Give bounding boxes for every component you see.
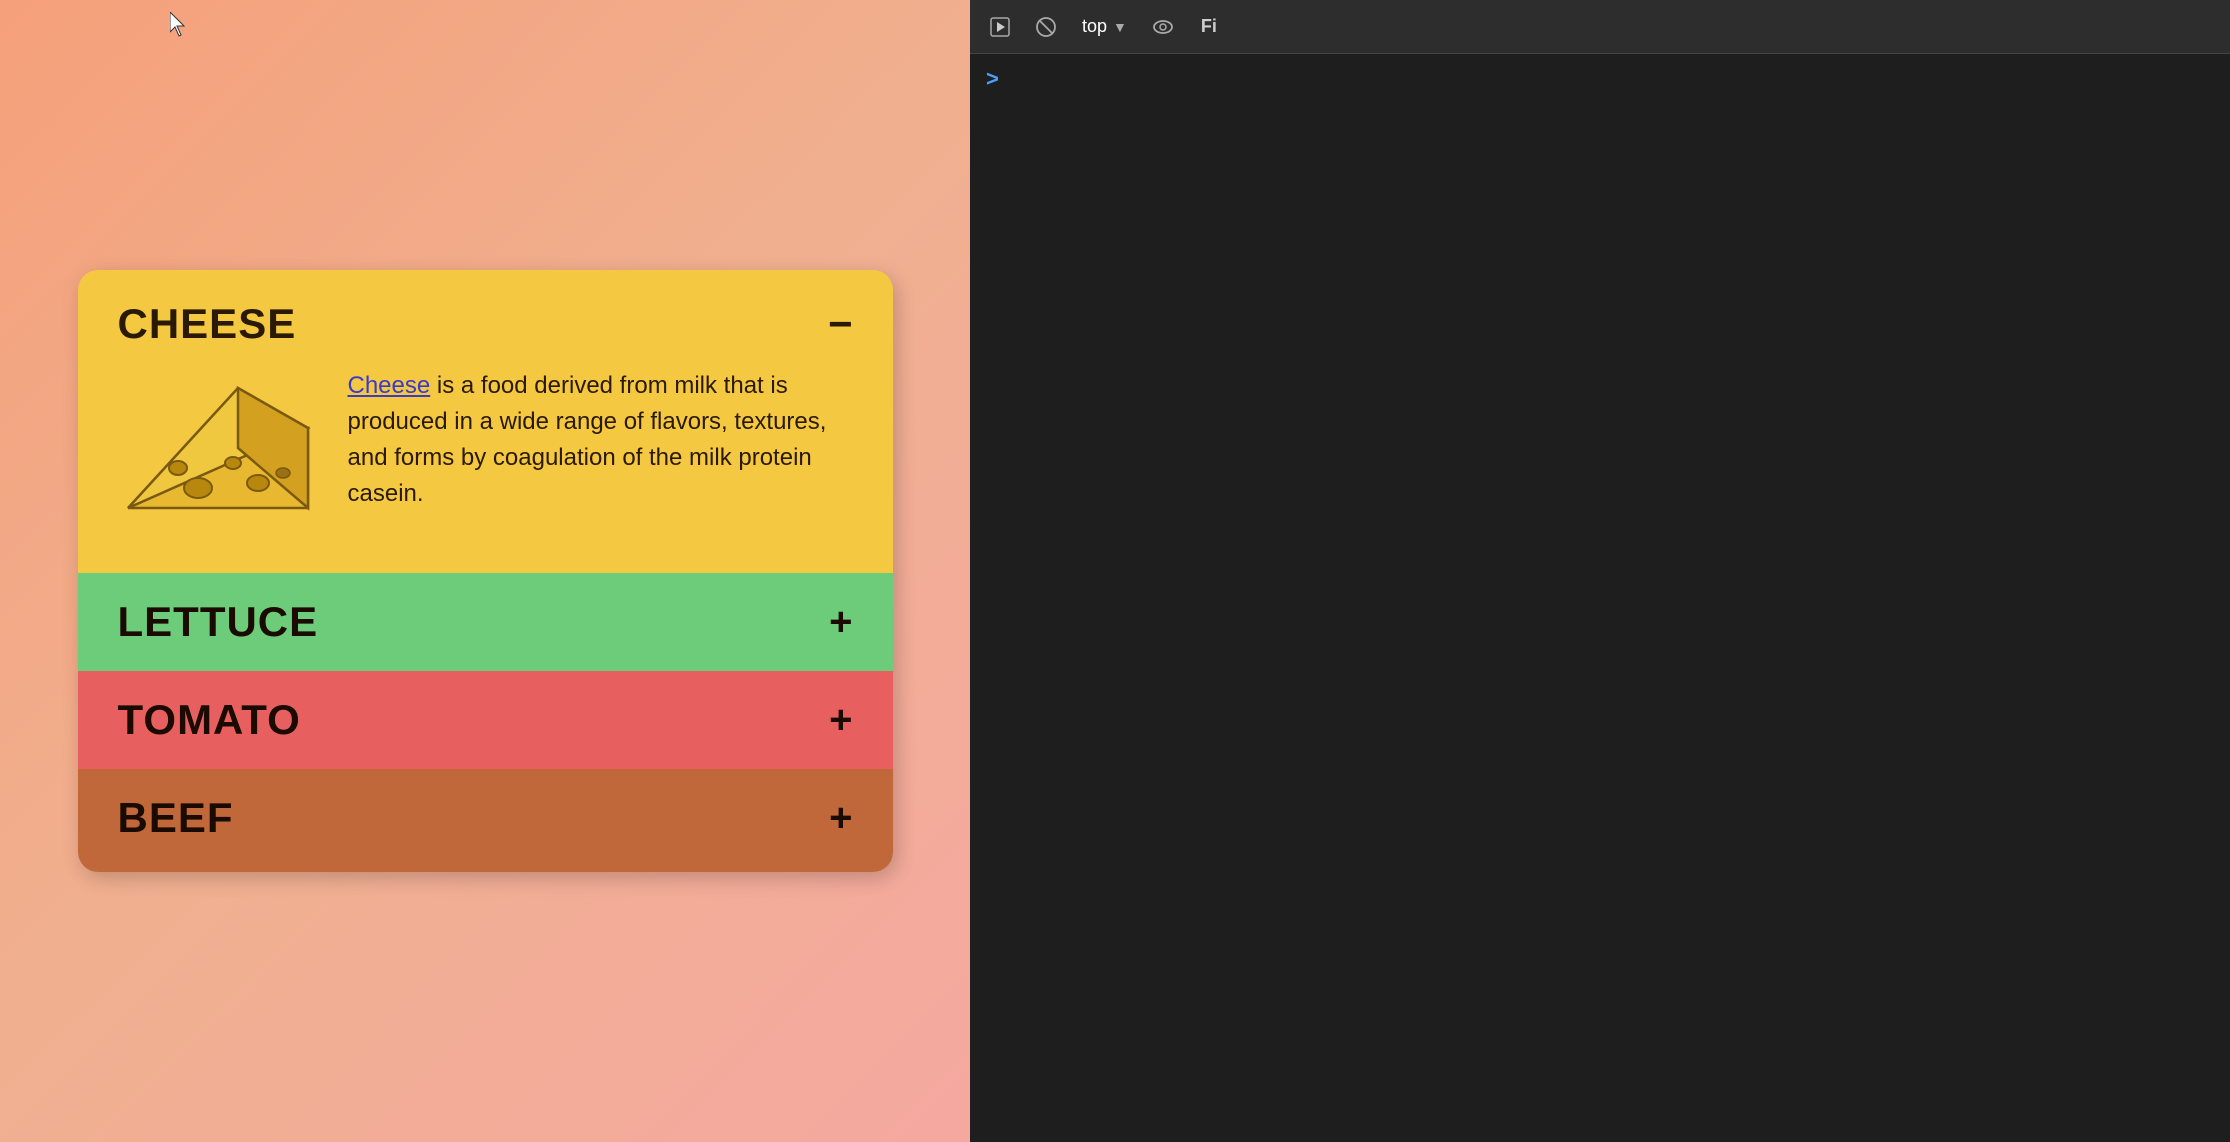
- cheese-image: [118, 368, 318, 533]
- cheese-title: CHEESE: [118, 300, 297, 348]
- cheese-description: Cheese is a food derived from milk that …: [348, 368, 853, 512]
- devtools-toolbar: top ▼ Fi: [970, 0, 2230, 54]
- beef-section-header: BEEF +: [118, 794, 853, 842]
- cheese-link[interactable]: Cheese: [348, 372, 431, 399]
- selector-value: top: [1082, 16, 1107, 37]
- devtools-content: >: [970, 54, 2230, 1142]
- block-button[interactable]: [1028, 9, 1064, 45]
- lettuce-section-header: LETTUCE +: [118, 598, 853, 646]
- left-panel: CHEESE −: [0, 0, 970, 1142]
- devtools-panel: top ▼ Fi >: [970, 0, 2230, 1142]
- filter-label: Fi: [1201, 16, 1217, 37]
- tomato-section: TOMATO +: [78, 671, 893, 769]
- beef-title: BEEF: [118, 794, 234, 842]
- lettuce-title: LETTUCE: [118, 598, 319, 646]
- lettuce-toggle-button[interactable]: +: [829, 600, 852, 645]
- lettuce-section: LETTUCE +: [78, 573, 893, 671]
- tomato-toggle-button[interactable]: +: [829, 698, 852, 743]
- filter-button[interactable]: Fi: [1191, 9, 1227, 45]
- tomato-section-header: TOMATO +: [118, 696, 853, 744]
- cheese-content: Cheese is a food derived from milk that …: [118, 368, 853, 533]
- tomato-title: TOMATO: [118, 696, 301, 744]
- cheese-illustration: [118, 368, 318, 528]
- cheese-section: CHEESE −: [78, 270, 893, 573]
- beef-section: BEEF +: [78, 769, 893, 872]
- console-caret[interactable]: >: [986, 64, 2214, 95]
- play-button[interactable]: [982, 9, 1018, 45]
- context-selector[interactable]: top ▼: [1074, 12, 1135, 41]
- cheese-section-header: CHEESE −: [118, 300, 853, 348]
- visibility-button[interactable]: [1145, 9, 1181, 45]
- chevron-down-icon: ▼: [1113, 19, 1127, 35]
- eye-icon: [1152, 16, 1174, 38]
- mouse-cursor: [170, 12, 190, 38]
- accordion-card: CHEESE −: [78, 270, 893, 872]
- cheese-toggle-button[interactable]: −: [828, 303, 853, 345]
- play-icon: [989, 16, 1011, 38]
- block-icon: [1035, 16, 1057, 38]
- beef-toggle-button[interactable]: +: [829, 796, 852, 841]
